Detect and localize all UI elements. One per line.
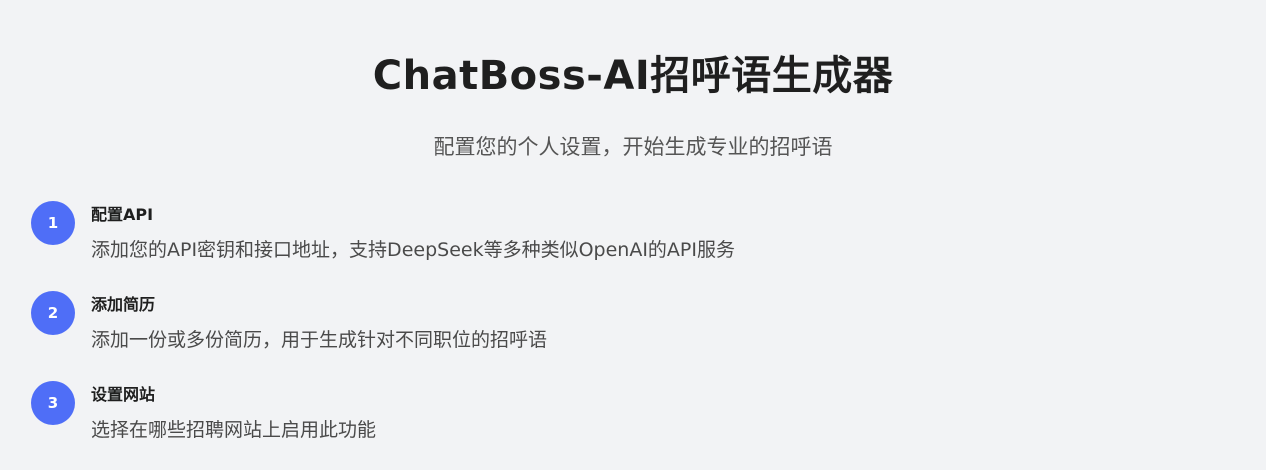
step-description: 选择在哪些招聘网站上启用此功能 xyxy=(91,419,377,441)
onboarding-steps: 1 配置API 添加您的API密钥和接口地址，支持DeepSeek等多种类似Op… xyxy=(31,200,1231,470)
step-description: 添加一份或多份简历，用于生成针对不同职位的招呼语 xyxy=(91,329,548,351)
step-number-badge: 3 xyxy=(31,381,75,425)
step-title: 设置网站 xyxy=(91,385,156,404)
step-number-badge: 2 xyxy=(31,291,75,335)
step-description: 添加您的API密钥和接口地址，支持DeepSeek等多种类似OpenAI的API… xyxy=(91,239,735,261)
step-configure-api: 1 配置API 添加您的API密钥和接口地址，支持DeepSeek等多种类似Op… xyxy=(31,200,1231,290)
step-set-websites: 3 设置网站 选择在哪些招聘网站上启用此功能 xyxy=(31,380,1231,470)
step-title: 添加简历 xyxy=(91,295,156,314)
page-subtitle: 配置您的个人设置，开始生成专业的招呼语 xyxy=(433,135,833,159)
step-add-resume: 2 添加简历 添加一份或多份简历，用于生成针对不同职位的招呼语 xyxy=(31,290,1231,380)
page-title: ChatBoss-AI招呼语生成器 xyxy=(372,53,894,99)
step-number-badge: 1 xyxy=(31,201,75,245)
step-title: 配置API xyxy=(91,205,154,224)
